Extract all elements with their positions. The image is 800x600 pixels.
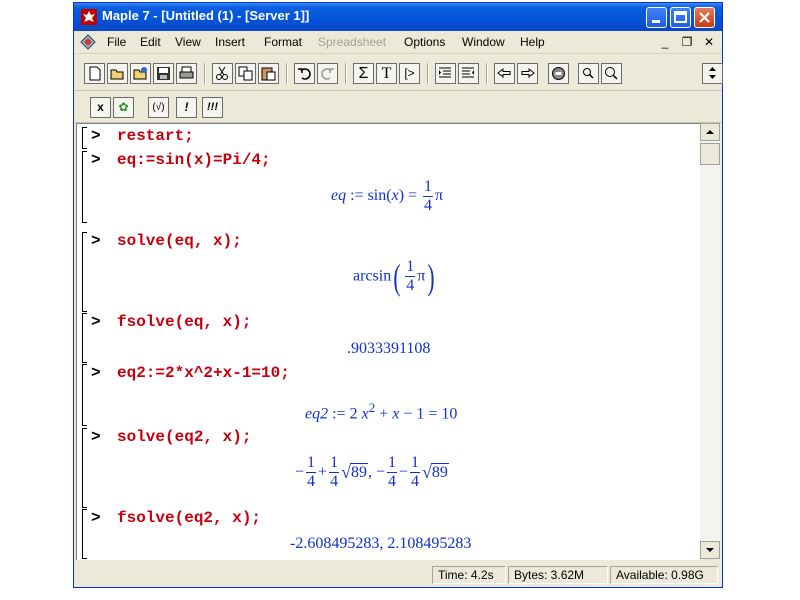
command-eq[interactable]: eq:=sin(x)=Pi/4; (117, 151, 271, 169)
check-syntax-button[interactable]: (√) (148, 97, 169, 118)
command-fsolve-eq2[interactable]: fsolve(eq2, x); (117, 509, 261, 527)
forward-arrow-icon[interactable] (517, 63, 538, 84)
menu-window[interactable]: Window (462, 35, 505, 49)
toolbar-overflow-icon[interactable] (702, 63, 723, 84)
toolbar-separator (486, 63, 488, 84)
indent-icon[interactable] (435, 63, 456, 84)
text-icon[interactable]: T (376, 63, 397, 84)
prompt-icon[interactable]: [> (399, 63, 420, 84)
command-restart[interactable]: restart; (117, 127, 194, 145)
command-solve-eq[interactable]: solve(eq, x); (117, 232, 242, 250)
menu-view[interactable]: View (175, 35, 201, 49)
zoom-in-icon[interactable] (578, 63, 599, 84)
stop-icon[interactable] (548, 63, 569, 84)
scroll-up-button[interactable] (700, 123, 720, 141)
maple-input-button[interactable]: ✿ (113, 97, 134, 118)
copy-icon[interactable] (235, 63, 256, 84)
maple-window: Maple 7 - [Untitled (1) - [Server 1]] Fi… (73, 2, 723, 588)
command-solve-eq2[interactable]: solve(eq2, x); (117, 428, 251, 446)
output-arcsin: arcsin(1 4 π) (353, 256, 435, 297)
command-fsolve-eq[interactable]: fsolve(eq, x); (117, 313, 251, 331)
save-icon[interactable] (153, 63, 174, 84)
input-prompt: > (91, 151, 101, 169)
text-mode-button[interactable]: x (90, 97, 111, 118)
output-solve-eq2: −1 4 +1 4 √89, −1 4−1 4 √89 (295, 454, 449, 490)
execution-group-bracket[interactable] (82, 364, 87, 426)
undo-icon[interactable] (294, 63, 315, 84)
output-fsolve-eq2: -2.608495283, 2.108495283 (290, 535, 472, 552)
input-prompt: > (91, 364, 101, 382)
output-eq2: eq2 := 2 x2 + x − 1 = 10 (305, 400, 458, 423)
new-icon[interactable] (84, 63, 105, 84)
status-time: Time: 4.2s (432, 566, 506, 584)
toolbar-separator (204, 63, 206, 84)
toolbar-separator (345, 63, 347, 84)
scroll-down-button[interactable] (700, 541, 720, 559)
command-eq2[interactable]: eq2:=2*x^2+x-1=10; (117, 364, 290, 382)
redo-icon[interactable] (317, 63, 338, 84)
worksheet[interactable]: > restart; > eq:=sin(x)=Pi/4; eq := sin(… (76, 123, 701, 560)
status-bytes: Bytes: 3.62M (508, 566, 608, 584)
execution-group-bracket[interactable] (82, 151, 87, 223)
mdi-close-button[interactable]: ✕ (702, 35, 716, 49)
window-title: Maple 7 - [Untitled (1) - [Server 1]] (102, 8, 310, 23)
status-available: Available: 0.98G (610, 566, 718, 584)
input-prompt: > (91, 509, 101, 527)
execution-group-bracket[interactable] (82, 127, 87, 149)
outdent-icon[interactable] (458, 63, 479, 84)
execute-all-button[interactable]: !!! (202, 97, 223, 118)
toolbar-separator (427, 63, 429, 84)
mdi-restore-button[interactable]: ❐ (680, 35, 694, 49)
status-bar: Time: 4.2s Bytes: 3.62M Available: 0.98G (74, 563, 722, 587)
vertical-scrollbar[interactable] (700, 123, 720, 559)
execution-group-bracket[interactable] (82, 313, 87, 363)
main-toolbar: Σ T [> (74, 54, 723, 91)
output-fsolve-eq: .9033391108 (347, 340, 431, 357)
open-url-icon[interactable] (130, 63, 151, 84)
menu-options[interactable]: Options (404, 35, 445, 49)
minimize-button[interactable] (646, 7, 667, 28)
back-arrow-icon[interactable] (494, 63, 515, 84)
title-bar[interactable]: Maple 7 - [Untitled (1) - [Server 1]] (74, 3, 722, 31)
menu-bar: File Edit View Insert Format Spreadsheet… (74, 31, 722, 54)
menu-file[interactable]: File (107, 35, 126, 49)
close-button[interactable] (694, 7, 715, 28)
maximize-button[interactable] (670, 7, 691, 28)
input-prompt: > (91, 428, 101, 446)
execution-group-bracket[interactable] (82, 232, 87, 312)
menu-format[interactable]: Format (264, 35, 302, 49)
print-icon[interactable] (176, 63, 197, 84)
open-icon[interactable] (107, 63, 128, 84)
mdi-minimize-button[interactable]: _ (658, 35, 672, 49)
execute-button[interactable]: ! (176, 97, 197, 118)
execution-group-bracket[interactable] (82, 509, 87, 559)
document-icon[interactable] (80, 34, 96, 50)
menu-insert[interactable]: Insert (215, 35, 245, 49)
cut-icon[interactable] (212, 63, 233, 84)
input-prompt: > (91, 313, 101, 331)
input-prompt: > (91, 127, 101, 145)
scroll-thumb[interactable] (700, 143, 720, 165)
menu-help[interactable]: Help (520, 35, 545, 49)
output-eq: eq := sin(x) = 14π (331, 178, 444, 214)
zoom-out-icon[interactable] (601, 63, 622, 84)
toolbar-separator (286, 63, 288, 84)
context-toolbar: x ✿ (√) ! !!! (74, 91, 722, 123)
maple-leaf-icon[interactable] (81, 9, 97, 25)
sigma-icon[interactable]: Σ (353, 63, 374, 84)
input-prompt: > (91, 232, 101, 250)
menu-spreadsheet: Spreadsheet (318, 35, 387, 49)
menu-edit[interactable]: Edit (140, 35, 161, 49)
paste-icon[interactable] (258, 63, 279, 84)
execution-group-bracket[interactable] (82, 428, 87, 508)
